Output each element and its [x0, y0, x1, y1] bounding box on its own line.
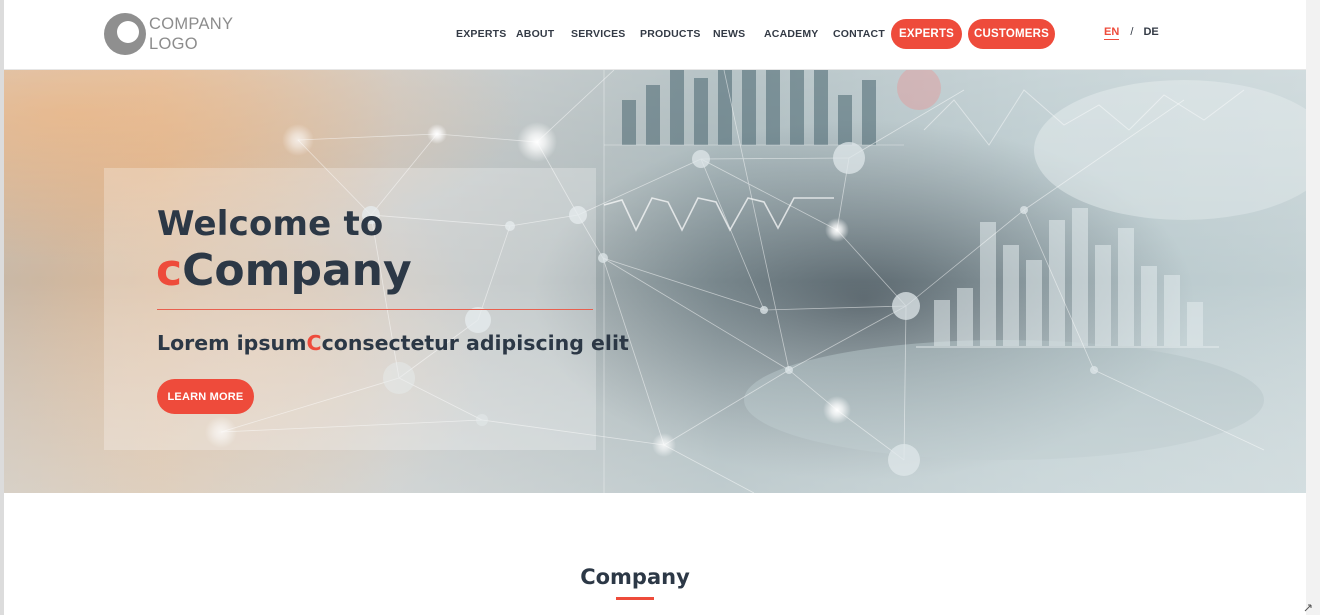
nav-products[interactable]: PRODUCTS — [640, 28, 701, 40]
section-title: Company — [580, 565, 690, 589]
customers-button[interactable]: CUSTOMERS — [968, 19, 1055, 49]
lang-en[interactable]: EN — [1104, 26, 1120, 40]
company-logo[interactable]: COMPANY LOGO — [104, 13, 233, 55]
logo-text: COMPANY LOGO — [149, 14, 233, 54]
resize-grip-icon[interactable] — [1303, 603, 1313, 613]
language-switcher: EN / DE — [1104, 26, 1159, 40]
lang-separator: / — [1130, 26, 1134, 38]
nav-services[interactable]: SERVICES — [571, 28, 626, 40]
tagline-part-1: Lorem ipsum — [157, 331, 307, 355]
logo-line-1: COMPANY — [149, 15, 234, 33]
hero-welcome-text: Welcome to — [157, 204, 384, 244]
window-right-margin — [1306, 0, 1320, 615]
hero-banner: Welcome to cCompany Lorem ipsumCconsecte… — [4, 70, 1306, 493]
brand-name-rest: Company — [182, 245, 412, 296]
learn-more-button[interactable]: LEARN MORE — [157, 379, 254, 414]
nav-about[interactable]: ABOUT — [516, 28, 554, 40]
lang-de[interactable]: DE — [1143, 26, 1158, 38]
nav-experts[interactable]: EXPERTS — [456, 28, 506, 40]
section-title-underline — [616, 597, 654, 600]
hero-brand-name: cCompany — [156, 244, 412, 298]
hero-tagline: Lorem ipsumCconsectetur adipiscing elit — [157, 329, 629, 357]
site-header: COMPANY LOGO EXPERTS ABOUT SERVICES PROD… — [4, 0, 1306, 70]
nav-contact[interactable]: CONTACT — [833, 28, 885, 40]
logo-ring-icon — [104, 13, 146, 55]
experts-button[interactable]: EXPERTS — [891, 19, 962, 49]
page: COMPANY LOGO EXPERTS ABOUT SERVICES PROD… — [4, 0, 1306, 615]
brand-accent-letter: c — [156, 245, 183, 296]
nav-academy[interactable]: ACADEMY — [764, 28, 819, 40]
tagline-part-2: consectetur adipiscing elit — [321, 331, 629, 355]
nav-news[interactable]: NEWS — [713, 28, 745, 40]
logo-line-2: LOGO — [149, 35, 198, 53]
hero-divider — [157, 309, 593, 310]
tagline-accent-letter: C — [306, 331, 322, 355]
